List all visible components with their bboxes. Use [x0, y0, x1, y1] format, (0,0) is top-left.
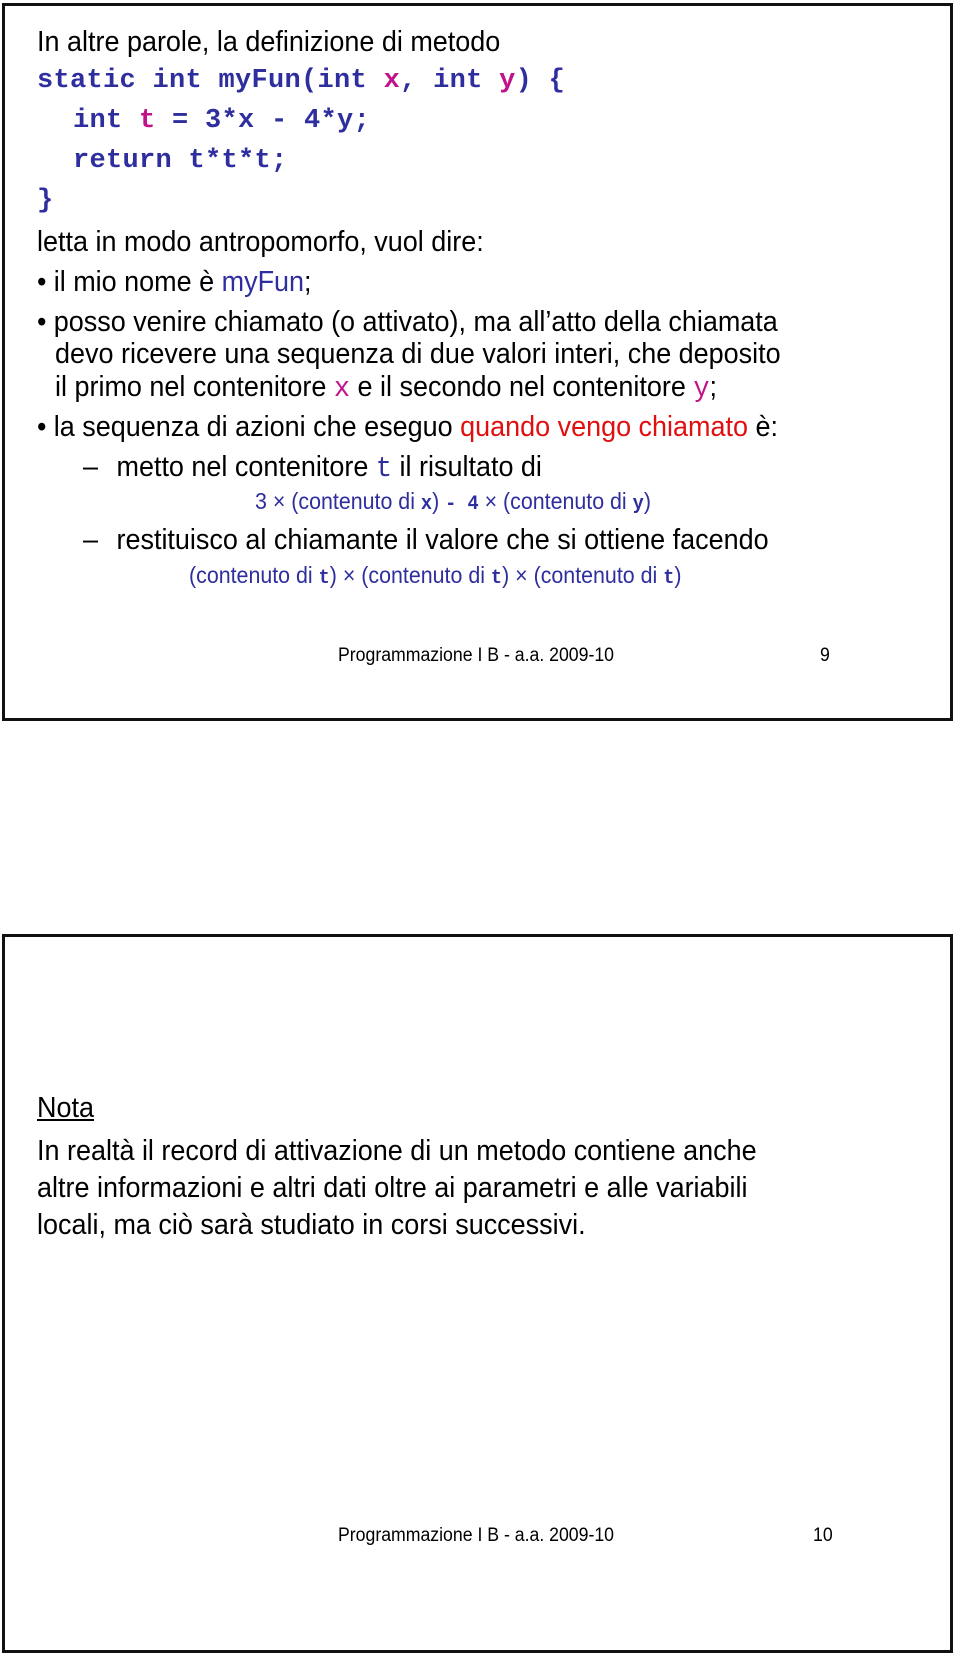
dash-icon: –: [83, 451, 99, 483]
bullet-call-line3: il primo nel contenitore x e il secondo …: [55, 371, 718, 405]
nota-line-1: In realtà il record di attivazione di un…: [37, 1135, 757, 1167]
sub-item-assign: – metto nel contenitore t il risultato di: [83, 451, 542, 485]
slide-9: In altre parole, la definizione di metod…: [2, 3, 953, 721]
footer-page-number: 9: [820, 645, 830, 666]
reading-text: letta in modo antropomorfo, vuol dire:: [37, 226, 484, 258]
nota-line-2: altre informazioni e altri dati oltre ai…: [37, 1172, 748, 1204]
code-line-signature: static int myFun(int x, int y) {: [37, 66, 566, 96]
footer-course: Programmazione I B - a.a. 2009-10: [338, 645, 614, 666]
bullet-actions: • la sequenza di azioni che eseguo quando…: [37, 411, 778, 443]
code-line-assign: int t = 3*x - 4*y;: [73, 106, 371, 136]
bullet-name: • il mio nome è myFun;: [37, 266, 312, 298]
code-line-return: return t*t*t;: [73, 146, 288, 176]
bullet-icon: •: [37, 266, 47, 298]
intro-text: In altre parole, la definizione di metod…: [37, 26, 501, 58]
nota-title: Nota: [37, 1092, 94, 1124]
nota-line-3: locali, ma ciò sarà studiato in corsi su…: [37, 1209, 586, 1241]
code-line-close: }: [37, 186, 54, 216]
slide-10: Nota In realtà il record di attivazione …: [2, 934, 953, 1653]
bullet-icon: •: [37, 411, 47, 443]
footer-page-number: 10: [813, 1525, 833, 1546]
sub-item-return: – restituisco al chiamante il valore che …: [83, 524, 769, 556]
bullet-icon: •: [37, 306, 47, 338]
formula-assign: 3 × (contenuto di x) - 4 × (contenuto di…: [255, 488, 651, 516]
bullet-call-line1: • posso venire chiamato (o attivato), ma …: [37, 306, 778, 338]
footer-course: Programmazione I B - a.a. 2009-10: [338, 1525, 614, 1546]
bullet-call-line2: devo ricevere una sequenza di due valori…: [55, 338, 781, 370]
dash-icon: –: [83, 524, 99, 556]
formula-return: (contenuto di t) × (contenuto di t) × (c…: [189, 562, 682, 590]
